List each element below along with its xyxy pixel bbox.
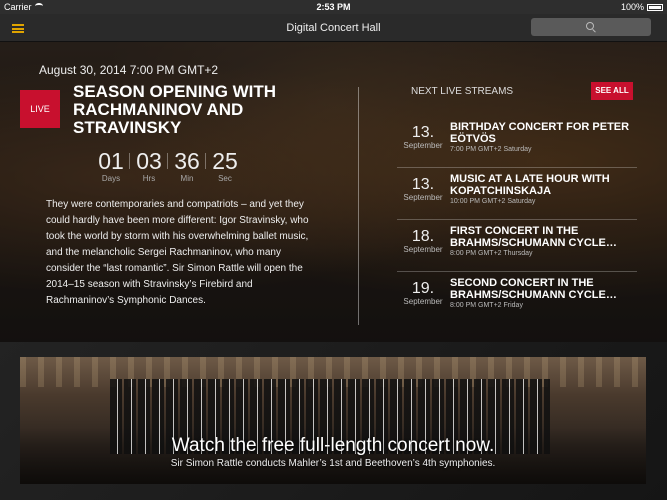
stream-time: 7:00 PM GMT+2 Saturday [450, 146, 532, 153]
list-item[interactable]: 13. September Music at a late hour with … [397, 168, 637, 220]
stream-month: September [403, 245, 443, 254]
stream-date: 18. September [397, 228, 449, 254]
stream-month: September [403, 297, 443, 306]
stream-month: September [403, 193, 443, 202]
stream-title: Music at a late hour with Kopatchinskaja [450, 173, 610, 197]
stream-date: 13. September [397, 124, 449, 150]
countdown-label: Min [180, 174, 194, 183]
live-streams-list: 13. September Birthday concert for Peter… [397, 116, 637, 324]
stream-time: 8:00 PM GMT+2 Thursday [450, 250, 533, 257]
top-navigation-bar: Digital Concert Hall [0, 14, 667, 42]
stream-month: September [403, 141, 443, 150]
promo-subtitle: Sir Simon Rattle conducts Mahler’s 1st a… [170, 458, 496, 469]
stream-title: Second concert in the Brahms/Schumann Cy… [450, 277, 617, 301]
countdown-seconds: 25 Sec [205, 148, 244, 183]
countdown-label: Hrs [142, 174, 156, 183]
lower-section: Watch the free full-length concert now. … [0, 342, 667, 500]
countdown-value: 01 [98, 148, 124, 174]
live-badge: LIVE [20, 90, 60, 128]
countdown-days: 01 Days [92, 148, 130, 183]
status-time: 2:53 PM [316, 2, 351, 12]
search-icon [586, 22, 594, 30]
countdown-value: 36 [174, 148, 200, 174]
list-item[interactable]: 19. September Second concert in the Brah… [397, 272, 637, 324]
countdown-label: Sec [218, 174, 232, 183]
countdown-hours: 03 Hrs [129, 148, 168, 183]
stream-day: 19. [411, 280, 435, 297]
stream-time: 8:00 PM GMT+2 Friday [450, 302, 523, 309]
stream-date: 19. September [397, 280, 449, 306]
countdown-value: 03 [136, 148, 162, 174]
stream-time: 10:00 PM GMT+2 Saturday [450, 198, 536, 205]
featured-concert-panel: August 30, 2014 7:00 PM GMT+2 LIVE Seaso… [0, 42, 667, 342]
featured-description: They were contemporaries and compatriots… [46, 199, 309, 306]
see-all-button[interactable]: SEE ALL [591, 82, 633, 100]
stream-day: 13. [411, 124, 435, 141]
stream-title: First concert in the Brahms/Schumann Cyc… [450, 225, 617, 249]
status-bar: Carrier 2:53 PM 100% [0, 0, 667, 14]
featured-title[interactable]: Season opening with Rachmaninov and Stra… [73, 83, 338, 137]
promo-title: Watch the free full-length concert now. [171, 435, 495, 456]
battery-icon [647, 4, 663, 11]
promo-banner[interactable]: Watch the free full-length concert now. … [20, 357, 646, 484]
battery-percent: 100% [620, 2, 644, 12]
countdown-timer: 01 Days 03 Hrs 36 Min 25 Sec [92, 148, 244, 183]
list-item[interactable]: 13. September Birthday concert for Peter… [397, 116, 637, 168]
stream-day: 13. [411, 176, 435, 193]
panel-divider [358, 87, 359, 325]
status-battery: 100% [621, 2, 663, 12]
list-item[interactable]: 18. September First concert in the Brahm… [397, 220, 637, 272]
stream-title: Birthday concert for Peter Eötvös [450, 121, 630, 145]
countdown-label: Days [101, 174, 121, 183]
countdown-value: 25 [212, 148, 238, 174]
countdown-minutes: 36 Min [167, 148, 206, 183]
featured-date: August 30, 2014 7:00 PM GMT+2 [39, 63, 219, 77]
stream-day: 18. [411, 228, 435, 245]
live-streams-heading: NEXT LIVE STREAMS [411, 86, 514, 97]
stream-date: 13. September [397, 176, 449, 202]
search-input[interactable] [531, 18, 651, 36]
